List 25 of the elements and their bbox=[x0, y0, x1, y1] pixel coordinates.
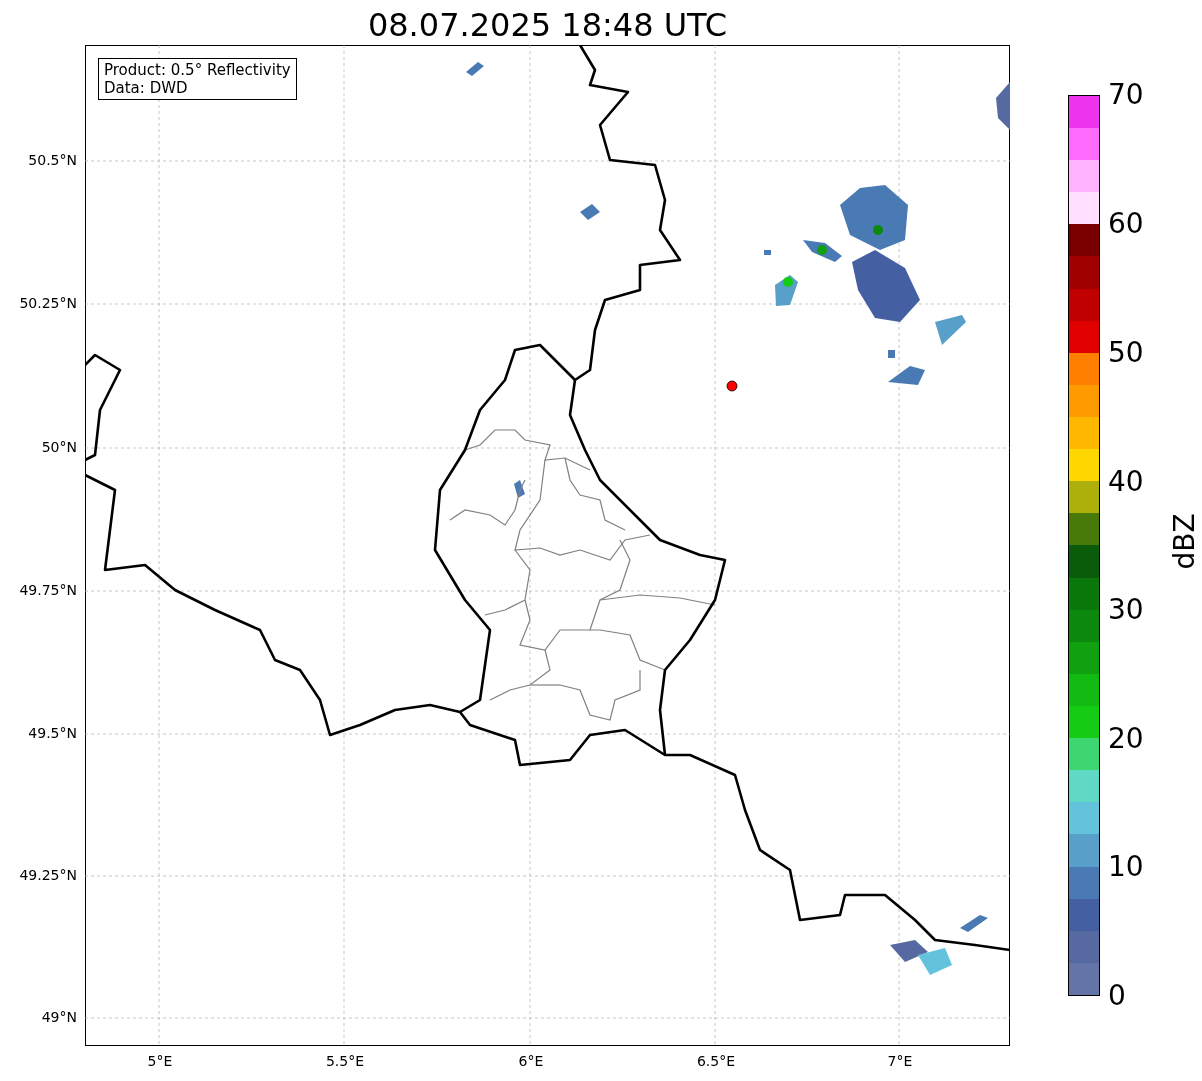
latitude-label: 49.75°N bbox=[19, 582, 77, 598]
latitude-label: 50.25°N bbox=[19, 295, 77, 311]
colorbar-tick-label: 40 bbox=[1108, 465, 1144, 499]
colorbar-title: dBZ bbox=[1167, 513, 1201, 570]
chart-title: 08.07.2025 18:48 UTC bbox=[367, 5, 728, 45]
colorbar-tick-label: 30 bbox=[1108, 593, 1144, 627]
colorbar-tick-label: 10 bbox=[1108, 850, 1144, 884]
latitude-label: 50°N bbox=[41, 439, 77, 455]
colorbar-tick-label: 20 bbox=[1108, 722, 1144, 756]
colorbar-tick-label: 0 bbox=[1108, 979, 1126, 1013]
latitude-label: 49.25°N bbox=[19, 867, 77, 883]
legend-text: Data: DWD bbox=[104, 79, 189, 97]
latitude-label: 50.5°N bbox=[28, 152, 77, 168]
colorbar-tick-label: 70 bbox=[1108, 78, 1144, 112]
latitude-label: 49°N bbox=[41, 1009, 77, 1025]
longitude-label: 5°E bbox=[147, 1053, 173, 1069]
longitude-label: 7°E bbox=[887, 1053, 913, 1069]
longitude-label: 5.5°E bbox=[325, 1053, 365, 1069]
legend-text: Product: 0.5° Reflectivity bbox=[104, 61, 291, 79]
longitude-label: 6°E bbox=[518, 1053, 544, 1069]
latitude-label: 49.5°N bbox=[28, 725, 77, 741]
radar-site-marker bbox=[726, 380, 738, 392]
colorbar-tick-label: 60 bbox=[1108, 207, 1144, 241]
colorbar-tick-label: 50 bbox=[1108, 336, 1144, 370]
longitude-label: 6.5°E bbox=[696, 1053, 736, 1069]
